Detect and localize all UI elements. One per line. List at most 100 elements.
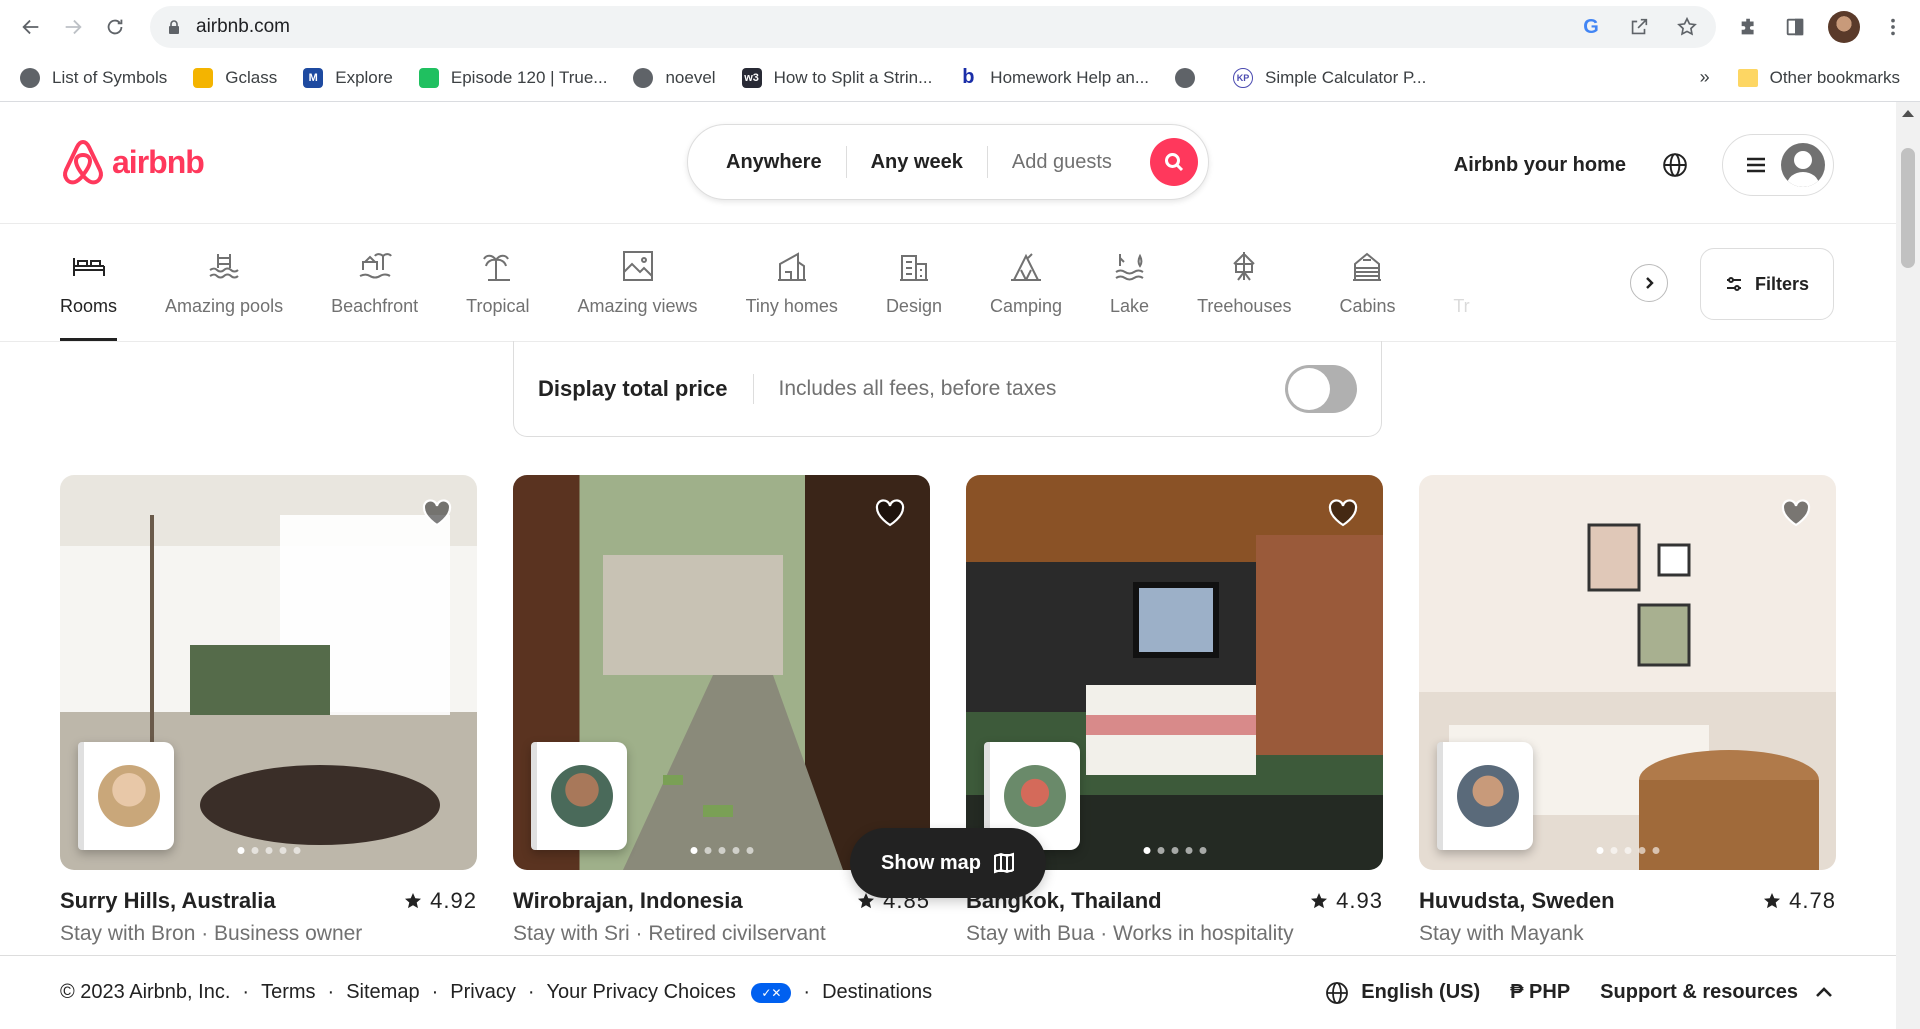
category-design[interactable]: Design xyxy=(886,224,942,341)
globe-icon xyxy=(633,67,654,88)
category-label: Rooms xyxy=(60,296,118,316)
search-add-guests[interactable]: Add guests xyxy=(988,151,1136,174)
logo-text: airbnb xyxy=(112,144,205,180)
bookmarks-bar: List of Symbols Gclass M Explore Episode… xyxy=(0,54,1920,102)
search-anywhere[interactable]: Anywhere xyxy=(702,151,846,174)
bookmark-label: List of Symbols xyxy=(52,67,168,87)
category-treehouses[interactable]: Treehouses xyxy=(1197,224,1291,341)
episode-icon xyxy=(418,67,439,88)
category-partial[interactable]: Tr xyxy=(1443,224,1479,341)
side-panel-icon[interactable] xyxy=(1782,14,1808,40)
category-cabins[interactable]: Cabins xyxy=(1339,224,1395,341)
search-bar[interactable]: Anywhere Any week Add guests xyxy=(687,124,1209,200)
search-any-week[interactable]: Any week xyxy=(847,151,987,174)
url-text: airbnb.com xyxy=(196,16,290,37)
footer-link-privacy[interactable]: Privacy xyxy=(450,981,516,1004)
tent-icon xyxy=(1010,253,1041,281)
bookmark-item[interactable]: List of Symbols xyxy=(20,67,168,88)
category-label: Beachfront xyxy=(331,296,419,316)
bookmark-item[interactable] xyxy=(1175,67,1207,88)
profile-avatar[interactable] xyxy=(1828,11,1860,43)
listing-photo[interactable] xyxy=(966,475,1383,870)
w3-icon: w3 xyxy=(741,67,762,88)
bookmark-item[interactable]: noevel xyxy=(633,67,716,88)
map-icon xyxy=(994,852,1014,874)
user-menu-button[interactable] xyxy=(1722,134,1834,196)
language-selector[interactable]: English (US) xyxy=(1325,981,1480,1005)
page-scrollbar[interactable] xyxy=(1896,102,1920,1029)
listing-photo[interactable] xyxy=(1419,475,1836,870)
bookmark-label: Gclass xyxy=(225,67,278,87)
support-resources-button[interactable]: Support & resources xyxy=(1600,981,1836,1005)
beach-icon xyxy=(359,253,392,279)
rating-value: 4.78 xyxy=(1789,888,1836,913)
globe-icon[interactable] xyxy=(1662,152,1688,178)
treehouse-icon xyxy=(1233,252,1255,281)
airbnb-your-home-link[interactable]: Airbnb your home xyxy=(1454,154,1626,177)
listing-card[interactable]: Surry Hills, Australia 4.92 Stay with Br… xyxy=(60,475,477,946)
category-label: Amazing views xyxy=(577,296,698,316)
globe-icon xyxy=(1175,67,1196,88)
categories-next-button[interactable] xyxy=(1630,264,1668,302)
pool-icon xyxy=(209,254,239,279)
host-avatar xyxy=(98,765,160,827)
category-amazing-pools[interactable]: Amazing pools xyxy=(165,224,283,341)
category-beachfront[interactable]: Beachfront xyxy=(331,224,418,341)
heart-icon[interactable] xyxy=(1327,497,1359,529)
google-lens-icon[interactable]: G xyxy=(1578,14,1604,40)
airbnb-logo[interactable]: airbnb xyxy=(60,138,460,188)
star-icon xyxy=(405,893,422,909)
bookmark-item[interactable]: KP Simple Calculator P... xyxy=(1233,67,1427,88)
listing-photo[interactable] xyxy=(60,475,477,870)
user-avatar-icon xyxy=(1781,143,1825,187)
scroll-thumb[interactable] xyxy=(1901,148,1915,268)
bookmark-label: Episode 120 | True... xyxy=(450,67,608,87)
back-arrow-icon xyxy=(22,19,39,35)
bookmark-item[interactable]: w3 How to Split a Strin... xyxy=(741,67,932,88)
category-tropical[interactable]: Tropical xyxy=(466,224,530,341)
chrome-menu-icon[interactable] xyxy=(1880,14,1906,40)
heart-icon[interactable] xyxy=(421,497,453,529)
other-bookmarks[interactable]: Other bookmarks xyxy=(1737,68,1900,88)
back-button[interactable] xyxy=(14,10,48,44)
bookmark-item[interactable]: b Homework Help an... xyxy=(958,66,1149,88)
heart-icon[interactable] xyxy=(874,497,906,529)
category-lake[interactable]: Lake xyxy=(1110,224,1149,341)
footer-link-sitemap[interactable]: Sitemap xyxy=(346,981,419,1004)
category-tiny-homes[interactable]: Tiny homes xyxy=(746,224,838,341)
site-header: airbnb Anywhere Any week Add guests Airb… xyxy=(0,102,1920,224)
share-icon[interactable] xyxy=(1626,14,1652,40)
forward-button[interactable] xyxy=(56,10,90,44)
tiny-home-icon xyxy=(777,252,806,281)
category-rooms[interactable]: Rooms xyxy=(60,224,118,341)
footer-link-privacy-choices[interactable]: Your Privacy Choices ✓✕ xyxy=(547,981,792,1004)
category-amazing-views[interactable]: Amazing views xyxy=(578,224,698,341)
search-button[interactable] xyxy=(1150,138,1198,186)
filters-button[interactable]: Filters xyxy=(1700,248,1834,320)
star-icon xyxy=(1764,893,1781,909)
reload-button[interactable] xyxy=(98,10,132,44)
total-price-toggle[interactable] xyxy=(1285,364,1357,413)
bookmark-label: Simple Calculator P... xyxy=(1265,67,1427,87)
address-bar[interactable]: airbnb.com G xyxy=(150,6,1716,48)
listing-photo[interactable] xyxy=(513,475,930,870)
footer-link-terms[interactable]: Terms xyxy=(261,981,315,1004)
lake-icon xyxy=(1114,253,1144,281)
more-bookmarks-button[interactable]: » xyxy=(1700,67,1710,88)
category-camping[interactable]: Camping xyxy=(990,224,1062,341)
show-map-button[interactable]: Show map xyxy=(850,828,1046,898)
bookmark-star-icon[interactable] xyxy=(1674,14,1700,40)
extensions-icon[interactable] xyxy=(1736,14,1762,40)
bookmark-item[interactable]: Episode 120 | True... xyxy=(418,67,608,88)
heart-icon[interactable] xyxy=(1780,497,1812,529)
scroll-up-arrow-icon[interactable] xyxy=(1902,110,1914,117)
bookmark-item[interactable]: Gclass xyxy=(193,67,278,88)
globe-icon xyxy=(20,67,40,88)
show-map-label: Show map xyxy=(880,851,981,874)
listing-card[interactable]: Huvudsta, Sweden 4.78 Stay with Mayank xyxy=(1419,475,1836,946)
currency-selector[interactable]: ₱ PHP xyxy=(1510,981,1570,1004)
bookmark-item[interactable]: M Explore xyxy=(303,67,393,88)
footer-link-destinations[interactable]: Destinations xyxy=(822,981,932,1004)
photo-dots xyxy=(1143,847,1206,854)
listing-rating: 4.93 xyxy=(1310,888,1383,914)
